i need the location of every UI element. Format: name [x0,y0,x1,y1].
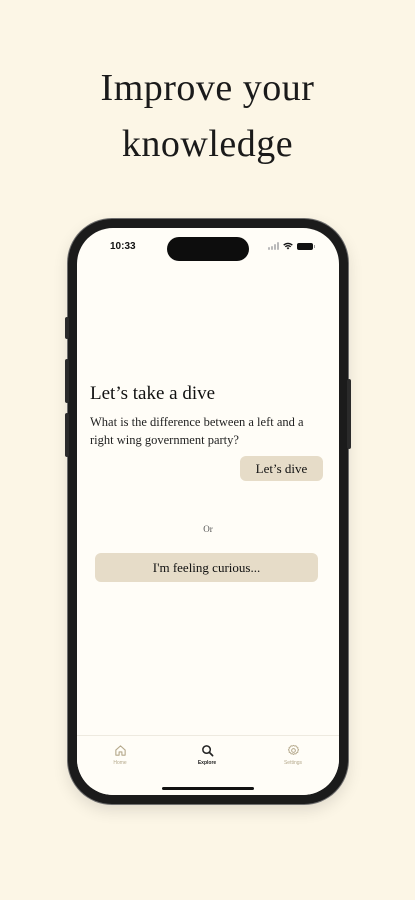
wifi-icon [283,242,293,250]
dive-question: What is the difference between a left an… [90,415,304,447]
power-button [347,379,351,449]
page-headline: Improve your knowledge [0,60,415,172]
dynamic-island [167,237,249,261]
headline-line-2: knowledge [121,123,294,165]
tab-settings-label: Settings [283,760,303,766]
lets-dive-button[interactable]: Let’s dive [240,456,323,481]
status-icons [268,242,315,250]
gear-icon [287,744,299,755]
home-indicator [162,787,254,790]
volume-down-button [65,413,69,457]
tab-explore-label: Explore [197,760,217,766]
home-icon [114,745,126,756]
phone-frame: 10:33 Let’s take a dive What is the diff… [65,219,351,804]
tab-home-label: Home [113,760,127,766]
tab-bar: Home Explore Settings [77,735,339,795]
feeling-curious-button[interactable]: I'm feeling curious... [95,553,318,582]
action-button [65,317,69,339]
volume-up-button [65,359,69,403]
signal-icon [268,242,279,250]
search-icon [201,745,213,757]
phone-screen: 10:33 Let’s take a dive What is the diff… [77,228,339,795]
status-time: 10:33 [110,241,136,252]
tab-explore[interactable]: Explore [177,744,237,766]
headline-line-1: Improve your [100,67,315,109]
tab-settings[interactable]: Settings [263,744,323,766]
or-divider: Or [203,524,213,534]
tab-home[interactable]: Home [90,744,150,766]
battery-icon [297,242,315,250]
dive-title: Let’s take a dive [90,383,216,404]
